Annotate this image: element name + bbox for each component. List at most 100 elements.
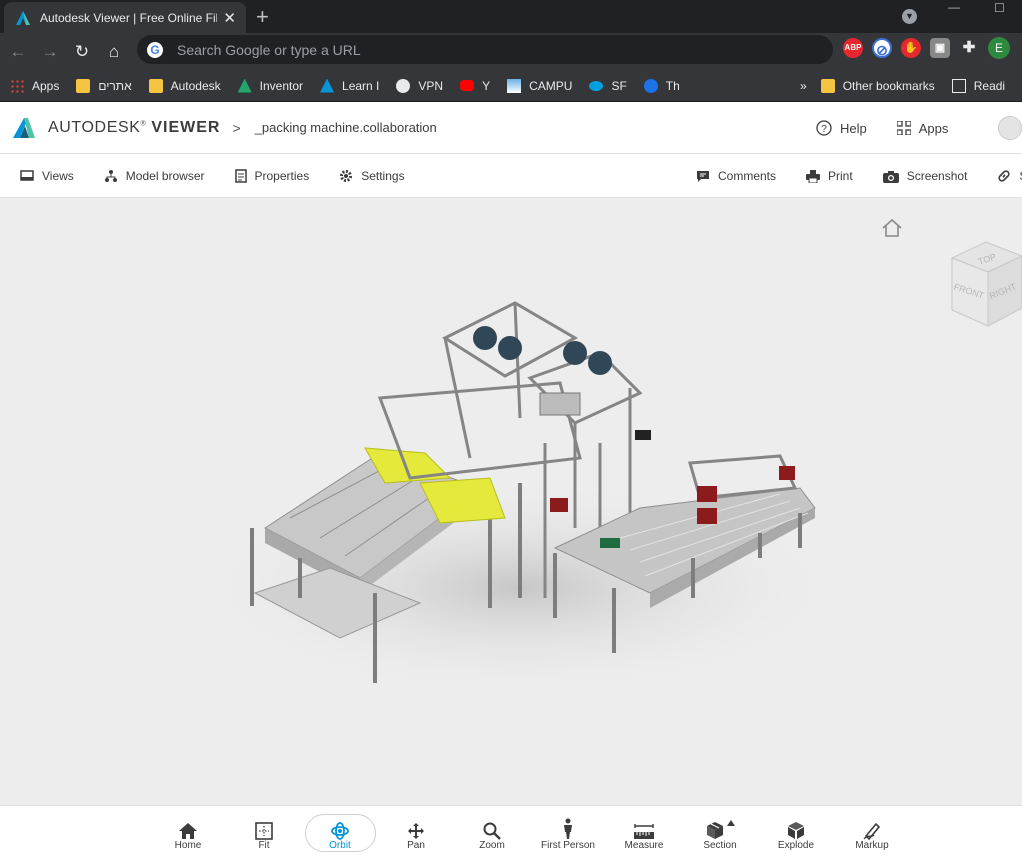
puzzle-icon[interactable]: ✚ <box>959 38 979 58</box>
help-icon: ? <box>816 120 832 136</box>
bookmark-apps[interactable]: Apps <box>10 78 59 93</box>
zoom-tool[interactable]: Zoom <box>454 818 530 851</box>
address-bar[interactable]: G Search Google or type a URL <box>137 35 833 64</box>
model-browser-icon <box>104 169 117 182</box>
subtoolbar-right: Comments Print Screenshot Sl <box>696 154 1022 198</box>
adblock-plus-icon[interactable]: ABP <box>843 38 863 58</box>
svg-text:?: ? <box>821 124 827 135</box>
bookmark-vpn[interactable]: VPN <box>396 78 443 93</box>
3d-viewport[interactable]: TOP FRONT RIGHT <box>0 198 1022 805</box>
properties-button[interactable]: Properties <box>234 168 309 183</box>
back-icon[interactable]: ← <box>2 42 34 62</box>
reload-icon[interactable]: ↻ <box>66 42 98 62</box>
first-person-icon <box>564 818 572 839</box>
profile-avatar[interactable]: E <box>988 37 1010 59</box>
user-avatar[interactable] <box>998 116 1022 140</box>
orbit-tool[interactable]: Orbit <box>302 818 378 851</box>
campus-icon <box>507 78 522 93</box>
autodesk-icon <box>320 78 335 93</box>
bookmark-folder[interactable]: אתרים <box>76 78 132 93</box>
autodesk-logo-icon <box>13 117 35 138</box>
more-bookmarks-icon[interactable]: » <box>800 79 807 93</box>
bookmark-campus[interactable]: CAMPU <box>507 78 572 93</box>
print-icon <box>806 169 821 183</box>
comments-button[interactable]: Comments <box>696 169 776 183</box>
properties-icon <box>234 168 247 183</box>
screenshot-button[interactable]: Screenshot <box>882 169 967 183</box>
autodesk-favicon-icon <box>14 9 32 27</box>
new-tab-button[interactable]: + <box>256 4 269 30</box>
reading-list-icon <box>951 79 966 93</box>
th-icon <box>643 78 658 93</box>
extension-icon[interactable]: ▣ <box>930 38 950 58</box>
header-actions: ? Help Apps <box>816 102 948 154</box>
address-placeholder: Search Google or type a URL <box>177 41 361 58</box>
brand[interactable]: AUTODESK® VIEWER <box>12 117 220 139</box>
tab-strip: Autodesk Viewer | Free Online Fil ✕ + ▼ … <box>0 0 1022 33</box>
viewer-subtoolbar: Views Model browser Properties Settings … <box>0 154 1022 198</box>
measure-icon <box>634 824 654 839</box>
markup-icon <box>863 822 881 840</box>
tab-close-icon[interactable]: ✕ <box>223 9 236 27</box>
settings-button[interactable]: Settings <box>339 169 405 183</box>
comments-icon <box>697 170 709 182</box>
maximize-icon[interactable]: ☐ <box>994 1 1005 15</box>
home-tool[interactable]: Home <box>150 818 226 851</box>
browser-toolbar: ← → ↻ ⌂ G Search Google or type a URL AB… <box>0 33 1022 70</box>
markup-tool[interactable]: Markup <box>834 818 910 851</box>
extensions-area: ABP ⊘ ✋ ▣ ✚ E <box>843 37 1010 59</box>
apps-icon <box>896 121 911 135</box>
viewer-header: AUTODESK® VIEWER > _packing machine.coll… <box>0 102 1022 154</box>
section-icon <box>707 820 735 839</box>
salesforce-icon <box>589 80 604 91</box>
fit-icon <box>255 822 273 840</box>
section-tool[interactable]: Section <box>682 818 758 851</box>
reading-list[interactable]: Readi <box>951 79 1005 93</box>
measure-tool[interactable]: Measure <box>606 818 682 851</box>
navigation-toolbar: Home Fit Orbit Pan Zoom First Person Mea… <box>0 805 1022 856</box>
model-browser-button[interactable]: Model browser <box>104 169 205 183</box>
pan-icon <box>408 823 424 839</box>
bookmark-youtube[interactable]: Y <box>460 79 490 93</box>
home-icon <box>179 823 197 839</box>
tab-search-dropdown-icon[interactable]: ▼ <box>902 9 917 24</box>
globe-icon <box>396 78 411 93</box>
inventor-icon <box>237 78 252 93</box>
youtube-icon <box>460 80 475 91</box>
file-name: _packing machine.collaboration <box>254 120 437 135</box>
share-button[interactable]: Sl <box>997 169 1022 183</box>
block-icon[interactable]: ⊘ <box>872 38 892 58</box>
bookmarks-right: » Other bookmarks Readi <box>800 70 1022 102</box>
bookmark-th[interactable]: Th <box>643 78 680 93</box>
bookmark-sf[interactable]: SF <box>589 79 627 93</box>
views-icon <box>20 169 34 181</box>
pan-tool[interactable]: Pan <box>378 818 454 851</box>
apps-button[interactable]: Apps <box>896 121 948 136</box>
breadcrumb-separator-icon: > <box>232 119 241 136</box>
browser-tab[interactable]: Autodesk Viewer | Free Online Fil ✕ <box>4 2 246 33</box>
explode-icon <box>788 822 804 839</box>
forward-icon[interactable]: → <box>34 42 66 62</box>
bookmarks-bar: Apps אתרים Autodesk Inventor Learn I VPN… <box>0 70 1022 102</box>
other-bookmarks[interactable]: Other bookmarks <box>820 79 935 93</box>
settings-icon <box>340 169 353 182</box>
minimize-icon[interactable]: — <box>948 0 960 14</box>
folder-icon <box>820 79 835 93</box>
orbit-icon <box>331 822 349 840</box>
explode-tool[interactable]: Explode <box>758 818 834 851</box>
google-icon: G <box>147 41 163 58</box>
first-person-tool[interactable]: First Person <box>530 818 606 851</box>
home-browser-icon[interactable]: ⌂ <box>98 42 130 62</box>
help-button[interactable]: ? Help <box>816 120 867 136</box>
bookmark-inventor[interactable]: Inventor <box>237 78 303 93</box>
tab-title: Autodesk Viewer | Free Online Fil <box>40 10 218 25</box>
brand-name: AUTODESK® VIEWER <box>48 118 221 136</box>
views-button[interactable]: Views <box>20 169 74 183</box>
bookmark-learn[interactable]: Learn I <box>320 78 379 93</box>
link-icon <box>998 170 1011 182</box>
fit-tool[interactable]: Fit <box>226 818 302 851</box>
zoom-icon <box>483 822 501 840</box>
stop-hand-icon[interactable]: ✋ <box>901 38 921 58</box>
print-button[interactable]: Print <box>806 169 853 183</box>
bookmark-autodesk[interactable]: Autodesk <box>148 78 221 93</box>
